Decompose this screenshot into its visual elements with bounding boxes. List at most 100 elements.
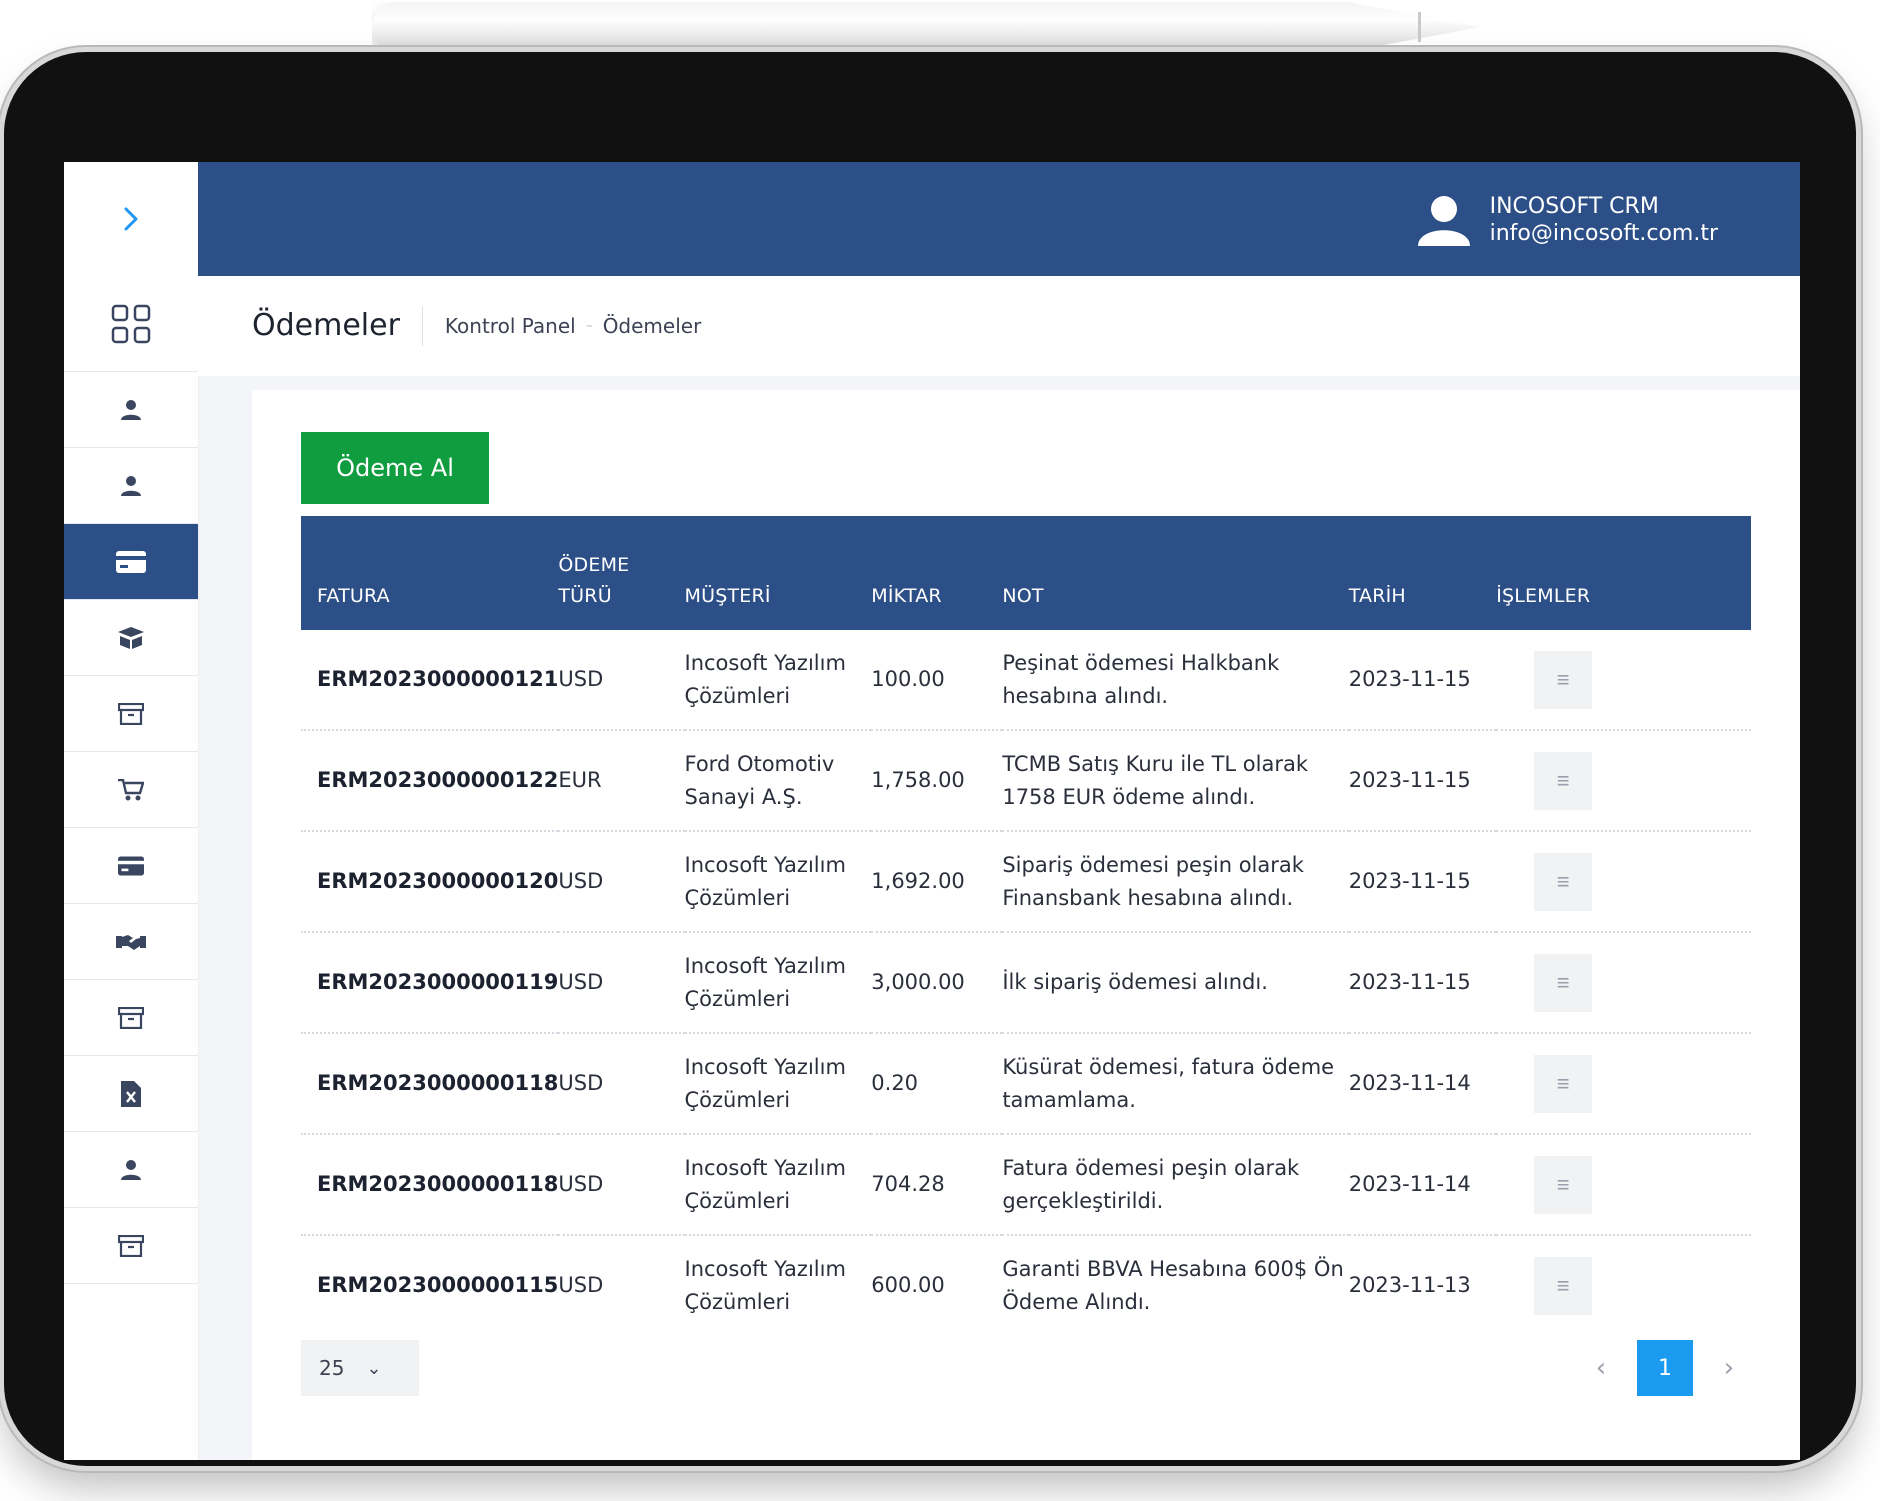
cell-odeme-turu: USD <box>558 831 685 933</box>
column-header-odeme-turu-line2: TÜRÜ <box>558 585 612 607</box>
payments-table-container: FATURA ÖDEME TÜRÜ MÜŞTERİ MİKTAR NOT TARİ… <box>301 516 1751 1335</box>
cell-not: Küsürat ödemesi, fatura ödeme tamamlama. <box>1002 1033 1349 1135</box>
column-header-miktar[interactable]: MİKTAR <box>871 516 1003 630</box>
cell-islemler: ≡ <box>1496 932 1751 1034</box>
cell-tarih: 2023-11-14 <box>1348 1134 1497 1236</box>
cell-tarih: 2023-11-15 <box>1348 630 1497 731</box>
breadcrumb-current: Ödemeler <box>602 314 702 338</box>
cell-miktar: 3,000.00 <box>871 932 1003 1034</box>
row-actions-button[interactable]: ≡ <box>1534 953 1593 1012</box>
sidebar-item-contacts[interactable] <box>64 448 198 524</box>
cell-islemler: ≡ <box>1496 831 1751 933</box>
column-header-odeme-turu[interactable]: ÖDEME TÜRÜ <box>558 516 685 630</box>
cell-islemler: ≡ <box>1496 1033 1751 1135</box>
sidebar-item-archive[interactable] <box>64 676 198 752</box>
row-actions-button[interactable]: ≡ <box>1534 650 1593 709</box>
table-row: ERM2023000000122 EUR Ford Otomotiv Sanay… <box>301 730 1751 832</box>
cart-icon <box>118 778 144 800</box>
table-row: ERM2023000000115 USD Incosoft Yazılım Çö… <box>301 1235 1751 1335</box>
cell-musteri: Incosoft Yazılım Çözümleri <box>684 1256 846 1314</box>
cell-odeme-turu: USD <box>558 932 685 1034</box>
cell-tarih: 2023-11-15 <box>1348 831 1497 933</box>
menu-icon: ≡ <box>1556 868 1570 894</box>
menu-icon: ≡ <box>1556 767 1570 793</box>
sidebar-toggle-button[interactable] <box>64 162 198 276</box>
stylus-band <box>1418 12 1421 42</box>
page-title: Ödemeler <box>252 306 423 346</box>
cell-miktar: 100.00 <box>871 630 1003 731</box>
sidebar-item-excel[interactable] <box>64 1056 198 1132</box>
row-actions-button[interactable]: ≡ <box>1534 751 1593 810</box>
menu-icon: ≡ <box>1556 1070 1570 1096</box>
cell-musteri: Incosoft Yazılım Çözümleri <box>684 1033 872 1135</box>
row-actions-button[interactable]: ≡ <box>1534 1256 1593 1315</box>
top-header: INCOSOFT CRM info@incosoft.com.tr <box>198 162 1800 276</box>
breadcrumb-home-link[interactable]: Kontrol Panel <box>445 314 576 338</box>
previous-page-button[interactable]: ‹ <box>1573 1340 1629 1396</box>
cell-miktar: 704.28 <box>871 1134 1003 1236</box>
archive-icon <box>118 1006 144 1029</box>
user-icon <box>121 1159 141 1180</box>
cell-islemler: ≡ <box>1496 1235 1751 1335</box>
archive-icon <box>118 1234 144 1257</box>
column-header-islemler: İŞLEMLER <box>1496 516 1751 630</box>
payments-table: FATURA ÖDEME TÜRÜ MÜŞTERİ MİKTAR NOT TARİ… <box>301 516 1751 1335</box>
page-size-select[interactable]: 25 ⌄ <box>301 1340 419 1396</box>
tablet-frame: INCOSOFT CRM info@incosoft.com.tr Ödemel… <box>4 52 1856 1466</box>
sidebar-item-users[interactable] <box>64 1132 198 1208</box>
sidebar-item-archive-2[interactable] <box>64 980 198 1056</box>
page-number-button[interactable]: 1 <box>1637 1340 1693 1396</box>
user-profile[interactable]: INCOSOFT CRM info@incosoft.com.tr <box>1416 192 1718 248</box>
sidebar-item-payments[interactable] <box>64 524 198 600</box>
sidebar-item-customers[interactable] <box>64 372 198 448</box>
menu-icon: ≡ <box>1556 666 1570 692</box>
excel-file-icon <box>121 1080 141 1107</box>
cell-not: İlk sipariş ödemesi alındı. <box>1002 932 1349 1034</box>
row-actions-button[interactable]: ≡ <box>1534 852 1593 911</box>
column-header-fatura[interactable]: FATURA <box>301 516 559 630</box>
cell-not: Fatura ödemesi peşin olarak gerçekleştir… <box>1002 1134 1349 1236</box>
next-page-button[interactable]: › <box>1701 1340 1757 1396</box>
cell-tarih: 2023-11-15 <box>1348 932 1497 1034</box>
cell-fatura: ERM2023000000115 <box>317 1273 559 1297</box>
table-row: ERM2023000000118 USD Incosoft Yazılım Çö… <box>301 1134 1751 1236</box>
sidebar-item-cards[interactable] <box>64 828 198 904</box>
receive-payment-button[interactable]: Ödeme Al <box>301 432 489 504</box>
cell-fatura: ERM2023000000121 <box>301 630 559 731</box>
cell-musteri: Incosoft Yazılım Çözümleri <box>684 630 872 731</box>
menu-icon: ≡ <box>1556 1171 1570 1197</box>
credit-card-icon <box>118 855 144 876</box>
row-actions-button[interactable]: ≡ <box>1534 1155 1593 1214</box>
cell-odeme-turu: USD <box>558 630 685 731</box>
cell-odeme-turu: USD <box>558 1033 685 1135</box>
sidebar-item-products[interactable] <box>64 600 198 676</box>
row-actions-button[interactable]: ≡ <box>1534 1054 1593 1113</box>
user-avatar-icon <box>1417 196 1470 246</box>
cell-not: Peşinat ödemesi Halkbank hesabına alındı… <box>1002 630 1349 731</box>
cell-musteri: Incosoft Yazılım Çözümleri <box>684 932 872 1034</box>
chevron-down-icon: ⌄ <box>366 1357 382 1379</box>
column-header-not[interactable]: NOT <box>1002 516 1349 630</box>
cell-fatura: ERM2023000000120 <box>301 831 559 933</box>
payments-card: Ödeme Al FATURA ÖDEME TÜRÜ MÜŞTERİ MİKTAR… <box>252 390 1800 1460</box>
cell-miktar: 0.20 <box>871 1033 1003 1135</box>
cell-not: Sipariş ödemesi peşin olarak Finansbank … <box>1002 831 1349 933</box>
cell-islemler: ≡ <box>1496 730 1751 832</box>
sidebar-item-archive-3[interactable] <box>64 1208 198 1284</box>
user-email: info@incosoft.com.tr <box>1489 221 1718 246</box>
cell-tarih: 2023-11-14 <box>1348 1033 1497 1135</box>
user-icon <box>121 475 141 496</box>
table-row: ERM2023000000121 USD Incosoft Yazılım Çö… <box>301 630 1751 731</box>
sidebar-item-deals[interactable] <box>64 904 198 980</box>
table-row: ERM2023000000118 USD Incosoft Yazılım Çö… <box>301 1033 1751 1135</box>
handshake-icon <box>116 934 146 950</box>
cell-fatura: ERM2023000000119 <box>301 932 559 1034</box>
column-header-musteri[interactable]: MÜŞTERİ <box>684 516 872 630</box>
sidebar-item-dashboard[interactable] <box>64 276 198 372</box>
menu-icon: ≡ <box>1556 969 1570 995</box>
cell-fatura: ERM2023000000118 <box>301 1134 559 1236</box>
column-header-odeme-turu-line1: ÖDEME <box>558 554 630 576</box>
page-title-bar: Ödemeler Kontrol Panel – Ödemeler <box>198 276 1800 376</box>
column-header-tarih[interactable]: TARİH <box>1348 516 1497 630</box>
sidebar-item-orders[interactable] <box>64 752 198 828</box>
